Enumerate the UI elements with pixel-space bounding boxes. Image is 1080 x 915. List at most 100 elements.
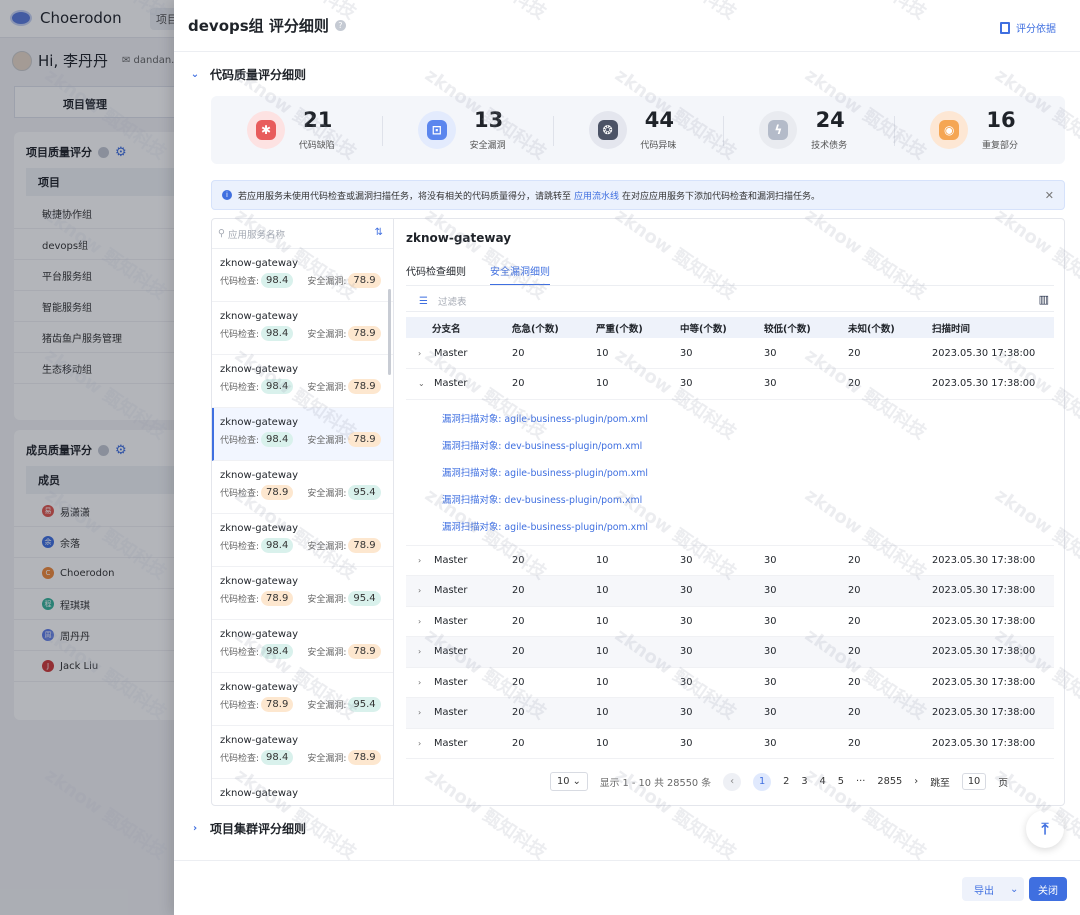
code-check-label: 代码检查: bbox=[220, 701, 260, 711]
column-header[interactable]: 未知(个数) bbox=[848, 317, 932, 338]
detail-title: zknow-gateway bbox=[406, 231, 512, 245]
vulnerability-table: 分支名 危急(个数) 严重(个数) 中等(个数) 较低(个数) 未知(个数) 扫描时间 › M… bbox=[406, 317, 1054, 759]
cluster-section-header[interactable]: › 项目集群评分细则 bbox=[190, 820, 306, 837]
service-list-item[interactable]: zknow-gateway 代码检查: 98.4 安全漏洞: 78.9 bbox=[212, 249, 393, 302]
code-score-badge: 98.4 bbox=[261, 326, 294, 341]
icon-glyph: ✱ bbox=[256, 120, 276, 140]
duplicate-icon: ◉ bbox=[930, 111, 969, 149]
chevron-right-icon[interactable]: › bbox=[418, 556, 428, 565]
low-cell: 30 bbox=[764, 338, 848, 369]
table-row[interactable]: › Master 20 10 30 30 20 2023.05.30 17:38:00 bbox=[406, 667, 1054, 698]
page-numbers: 1 2 3 4 5 ··· 2855 bbox=[753, 772, 902, 791]
close-icon[interactable]: ✕ bbox=[1045, 189, 1054, 202]
scrollbar[interactable] bbox=[388, 289, 391, 375]
chevron-right-icon[interactable]: › bbox=[418, 647, 428, 656]
table-row[interactable]: › Master 20 10 30 30 20 2023.05.30 17:38:00 bbox=[406, 338, 1054, 369]
chevron-down-icon[interactable]: ⌄ bbox=[418, 379, 428, 388]
page-number[interactable]: 2 bbox=[783, 776, 789, 787]
score-basis-link[interactable]: 评分依据 bbox=[1000, 20, 1056, 35]
jump-input[interactable]: 10 bbox=[961, 773, 987, 790]
security-label: 安全漏洞: bbox=[307, 754, 347, 764]
time-cell: 2023.05.30 17:38:00 bbox=[932, 368, 1054, 400]
code-check-label: 代码检查: bbox=[220, 383, 260, 393]
score-detail-drawer: devops组 评分细则 ? 评分依据 ⌄ 代码质量评分细则 ✱ 21 代码缺陷 ⊡ 1… bbox=[174, 0, 1080, 915]
chevron-right-icon[interactable]: › bbox=[418, 586, 428, 595]
scan-target-link[interactable]: 漏洞扫描对象: dev-business-plugin/pom.xml bbox=[442, 433, 1054, 460]
page-size-select[interactable]: 10 ⌄ bbox=[550, 772, 588, 791]
prev-page-icon[interactable]: ‹ bbox=[723, 772, 742, 791]
stat-label: 代码缺陷 bbox=[298, 141, 335, 151]
security-score-badge: 95.4 bbox=[348, 697, 381, 712]
scan-target-link[interactable]: 漏洞扫描对象: dev-business-plugin/pom.xml bbox=[442, 487, 1054, 514]
code-quality-section-header[interactable]: ⌄ 代码质量评分细则 bbox=[190, 66, 306, 83]
code-score-badge: 78.9 bbox=[261, 697, 294, 712]
security-label: 安全漏洞: bbox=[307, 277, 347, 287]
table-row[interactable]: › Master 20 10 30 30 20 2023.05.30 17:38:00 bbox=[406, 697, 1054, 729]
scan-target-link[interactable]: 漏洞扫描对象: agile-business-plugin/pom.xml bbox=[442, 460, 1054, 487]
service-name: zknow-gateway bbox=[220, 576, 299, 587]
service-search[interactable]: ⚲ 应用服务名称 ⇅ bbox=[212, 219, 393, 249]
service-list-item[interactable]: zknow-gateway bbox=[212, 779, 393, 805]
stat-card: ⊡ 13 安全漏洞 bbox=[381, 96, 553, 164]
unknown-cell: 20 bbox=[848, 636, 932, 668]
table-row[interactable]: › Master 20 10 30 30 20 2023.05.30 17:38:00 bbox=[406, 728, 1054, 759]
scan-target-link[interactable]: 漏洞扫描对象: agile-business-plugin/pom.xml bbox=[442, 514, 1054, 541]
tab-code-check[interactable]: 代码检查细则 bbox=[406, 263, 466, 286]
back-to-top-button[interactable]: ⤒ bbox=[1026, 810, 1064, 848]
chevron-right-icon[interactable]: › bbox=[418, 678, 428, 687]
code-score-badge: 98.4 bbox=[261, 538, 294, 553]
column-header[interactable]: 扫描时间 bbox=[932, 317, 1054, 338]
pipeline-link[interactable]: 应用流水线 bbox=[574, 189, 619, 202]
table-row[interactable]: ⌄ Master 20 10 30 30 20 2023.05.30 17:38:00 bbox=[406, 368, 1054, 400]
service-list-item[interactable]: zknow-gateway 代码检查: 98.4 安全漏洞: 78.9 bbox=[212, 514, 393, 567]
stat-label: 技术债务 bbox=[811, 141, 848, 151]
service-scores: 代码检查: 78.9 安全漏洞: 95.4 bbox=[220, 485, 385, 500]
service-list-item[interactable]: zknow-gateway 代码检查: 98.4 安全漏洞: 78.9 bbox=[212, 355, 393, 408]
column-header[interactable]: 分支名 bbox=[406, 317, 512, 338]
sort-icon[interactable]: ⇅ bbox=[375, 227, 383, 238]
service-list-item[interactable]: zknow-gateway 代码检查: 78.9 安全漏洞: 95.4 bbox=[212, 567, 393, 620]
critical-cell: 20 bbox=[512, 545, 596, 576]
chevron-right-icon[interactable]: › bbox=[418, 617, 428, 626]
service-list-item[interactable]: zknow-gateway 代码检查: 98.4 安全漏洞: 78.9 bbox=[212, 620, 393, 673]
filter-input[interactable]: 过滤表 bbox=[438, 294, 467, 308]
medium-cell: 30 bbox=[680, 667, 764, 698]
export-button[interactable]: 导出 ⌄ bbox=[962, 877, 1024, 901]
column-settings-icon[interactable]: ▥ bbox=[1039, 293, 1049, 306]
chevron-right-icon[interactable]: › bbox=[418, 708, 428, 717]
scan-target-link[interactable]: 漏洞扫描对象: agile-business-plugin/pom.xml bbox=[442, 406, 1054, 433]
service-list-item[interactable]: zknow-gateway 代码检查: 98.4 安全漏洞: 78.9 bbox=[212, 726, 393, 779]
page-number[interactable]: 5 bbox=[838, 776, 844, 787]
filter-bar[interactable]: ☰ 过滤表 bbox=[419, 294, 467, 309]
low-cell: 30 bbox=[764, 667, 848, 698]
page-number[interactable]: 3 bbox=[801, 776, 807, 787]
column-header[interactable]: 较低(个数) bbox=[764, 317, 848, 338]
help-icon[interactable]: ? bbox=[334, 20, 346, 31]
security-score-badge: 78.9 bbox=[348, 326, 381, 341]
tab-security-vulnerability[interactable]: 安全漏洞细则 bbox=[490, 263, 550, 286]
page-number[interactable]: 1 bbox=[753, 772, 772, 791]
search-input[interactable]: 应用服务名称 bbox=[228, 227, 285, 241]
service-list-item[interactable]: zknow-gateway 代码检查: 98.4 安全漏洞: 78.9 bbox=[212, 302, 393, 355]
service-list-item[interactable]: zknow-gateway 代码检查: 98.4 安全漏洞: 78.9 bbox=[212, 408, 393, 461]
column-header[interactable]: 危急(个数) bbox=[512, 317, 596, 338]
table-row[interactable]: › Master 20 10 30 30 20 2023.05.30 17:38:00 bbox=[406, 545, 1054, 576]
chevron-right-icon[interactable]: › bbox=[418, 349, 428, 358]
table-row[interactable]: › Master 20 10 30 30 20 2023.05.30 17:38:00 bbox=[406, 636, 1054, 668]
column-header[interactable]: 严重(个数) bbox=[596, 317, 680, 338]
icon-glyph: ⊡ bbox=[426, 120, 447, 140]
close-button[interactable]: 关闭 bbox=[1029, 877, 1067, 901]
page-number[interactable]: 4 bbox=[820, 776, 826, 787]
page-number[interactable]: 2855 bbox=[877, 776, 902, 787]
chevron-right-icon[interactable]: › bbox=[418, 739, 428, 748]
column-header[interactable]: 中等(个数) bbox=[680, 317, 764, 338]
service-list-item[interactable]: zknow-gateway 代码检查: 78.9 安全漏洞: 95.4 bbox=[212, 673, 393, 726]
code-check-label: 代码检查: bbox=[220, 277, 260, 287]
service-list-item[interactable]: zknow-gateway 代码检查: 78.9 安全漏洞: 95.4 bbox=[212, 461, 393, 514]
security-score-badge: 78.9 bbox=[348, 644, 381, 659]
security-score-badge: 78.9 bbox=[348, 379, 381, 394]
table-row[interactable]: › Master 20 10 30 30 20 2023.05.30 17:38:00 bbox=[406, 575, 1054, 607]
code-check-label: 代码检查: bbox=[220, 595, 260, 605]
table-row[interactable]: › Master 20 10 30 30 20 2023.05.30 17:38:00 bbox=[406, 606, 1054, 637]
next-page-icon[interactable]: › bbox=[914, 776, 918, 787]
